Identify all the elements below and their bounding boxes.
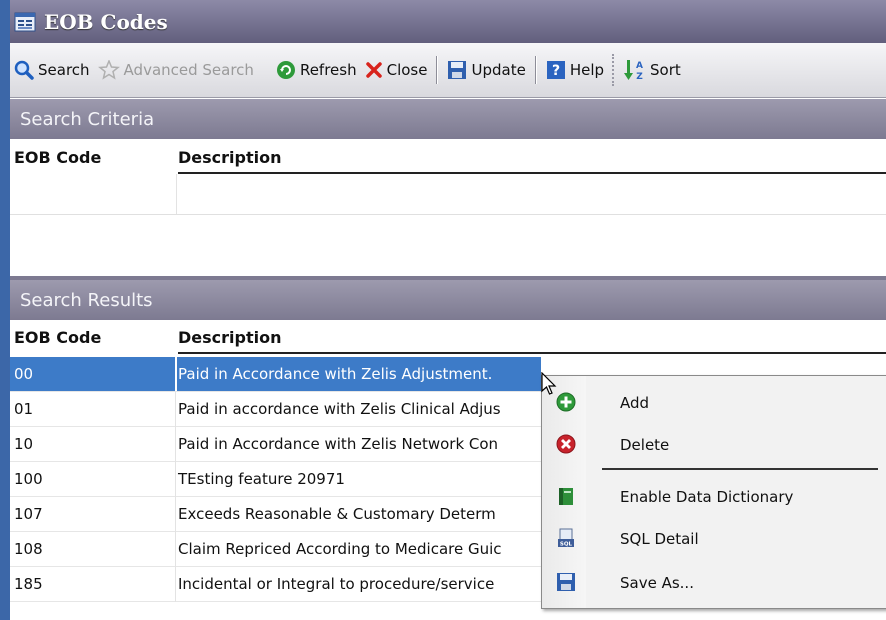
menu-item-add[interactable]: Add <box>542 382 886 422</box>
menu-item-label: SQL Detail <box>620 530 699 548</box>
menu-item-label: Add <box>620 394 650 412</box>
title-bar: EOB Codes <box>10 0 886 43</box>
close-button[interactable]: Close <box>361 56 432 84</box>
column-underline <box>178 352 886 354</box>
update-button[interactable]: Update <box>443 56 529 84</box>
eob-code-criteria-field[interactable] <box>10 174 175 214</box>
menu-item-label: Enable Data Dictionary <box>620 488 794 506</box>
search-results-title: Search Results <box>20 289 153 311</box>
column-divider <box>175 567 176 602</box>
window-edge <box>0 0 10 620</box>
close-label: Close <box>386 61 428 79</box>
toolbar: Search Advanced Search Refresh Close Upd… <box>10 43 886 98</box>
row-code: 107 <box>14 505 43 523</box>
criteria-column-eob-code[interactable]: EOB Code <box>14 148 101 167</box>
row-code: 108 <box>14 540 43 558</box>
toolbar-grip <box>612 54 620 86</box>
selected-code-cell <box>10 357 175 391</box>
svg-text:Z: Z <box>636 72 643 81</box>
help-button[interactable]: ? Help <box>542 56 608 84</box>
row-description: Paid in Accordance with Zelis Network Co… <box>178 435 499 453</box>
advanced-search-label: Advanced Search <box>123 61 254 79</box>
update-label: Update <box>471 61 526 79</box>
menu-item-label: Save As... <box>620 574 694 592</box>
window-title: EOB Codes <box>44 9 168 34</box>
menu-item-enable-data-dictionary[interactable]: Enable Data Dictionary <box>542 476 886 516</box>
close-icon <box>365 62 382 78</box>
column-divider <box>175 392 176 427</box>
delete-icon <box>556 434 576 454</box>
criteria-column-description[interactable]: Description <box>178 148 281 167</box>
context-menu: Add Delete Enable Data Dictionary SQL SQ… <box>541 375 886 609</box>
row-description: Claim Repriced According to Medicare Gui… <box>178 540 502 558</box>
row-code: 10 <box>14 435 34 453</box>
svg-text:?: ? <box>552 63 560 79</box>
column-divider <box>175 462 176 497</box>
advanced-search-icon <box>97 60 120 80</box>
results-column-eob-code[interactable]: EOB Code <box>14 328 101 347</box>
toolbar-separator <box>534 56 537 84</box>
save-icon <box>557 573 575 591</box>
criteria-input-row <box>10 174 886 215</box>
toolbar-separator <box>436 56 439 84</box>
row-code: 185 <box>14 575 43 593</box>
description-criteria-field[interactable] <box>177 174 886 214</box>
app-window: EOB Codes Search Advanced Search Refresh… <box>0 0 886 620</box>
form-icon <box>14 12 36 32</box>
mouse-cursor-icon <box>541 372 557 395</box>
advanced-search-button[interactable]: Advanced Search <box>94 56 258 84</box>
column-divider <box>175 532 176 567</box>
search-criteria-title: Search Criteria <box>20 108 155 130</box>
refresh-icon <box>276 61 295 79</box>
sql-icon: SQL <box>558 528 574 548</box>
search-criteria-header[interactable]: Search Criteria <box>10 99 886 139</box>
sort-button[interactable]: A Z Sort <box>624 56 685 84</box>
save-icon <box>448 61 467 79</box>
row-code: 00 <box>14 365 34 383</box>
criteria-column-headers: EOB Code Description <box>10 140 886 174</box>
search-icon <box>14 60 34 80</box>
menu-item-save-as[interactable]: Save As... <box>542 562 886 602</box>
results-column-headers: EOB Code Description <box>10 320 886 354</box>
data-dictionary-icon <box>559 488 573 505</box>
row-description: Exceeds Reasonable & Customary Determ <box>178 505 496 523</box>
svg-text:A: A <box>636 61 643 71</box>
refresh-button[interactable]: Refresh <box>272 56 361 84</box>
row-description: Paid in Accordance with Zelis Adjustment… <box>178 365 493 383</box>
help-icon: ? <box>546 61 565 79</box>
row-description: TEsting feature 20971 <box>178 470 345 488</box>
add-icon <box>556 392 576 412</box>
refresh-label: Refresh <box>299 61 357 79</box>
menu-separator <box>602 468 878 470</box>
menu-item-label: Delete <box>620 436 670 454</box>
search-results-header[interactable]: Search Results <box>10 280 886 320</box>
svg-text:SQL: SQL <box>560 542 573 548</box>
sort-icon: A Z <box>624 60 643 81</box>
row-code: 01 <box>14 400 34 418</box>
column-divider <box>175 427 176 462</box>
row-description: Paid in accordance with Zelis Clinical A… <box>178 400 501 418</box>
menu-item-sql-detail[interactable]: SQL SQL Detail <box>542 518 886 558</box>
row-description: Incidental or Integral to procedure/serv… <box>178 575 495 593</box>
menu-item-delete[interactable]: Delete <box>542 424 886 464</box>
help-label: Help <box>569 61 605 79</box>
sort-label: Sort <box>650 61 681 79</box>
results-column-description[interactable]: Description <box>178 328 281 347</box>
search-button[interactable]: Search <box>10 56 94 84</box>
row-code: 100 <box>14 470 43 488</box>
column-divider <box>175 497 176 532</box>
search-label: Search <box>38 61 90 79</box>
